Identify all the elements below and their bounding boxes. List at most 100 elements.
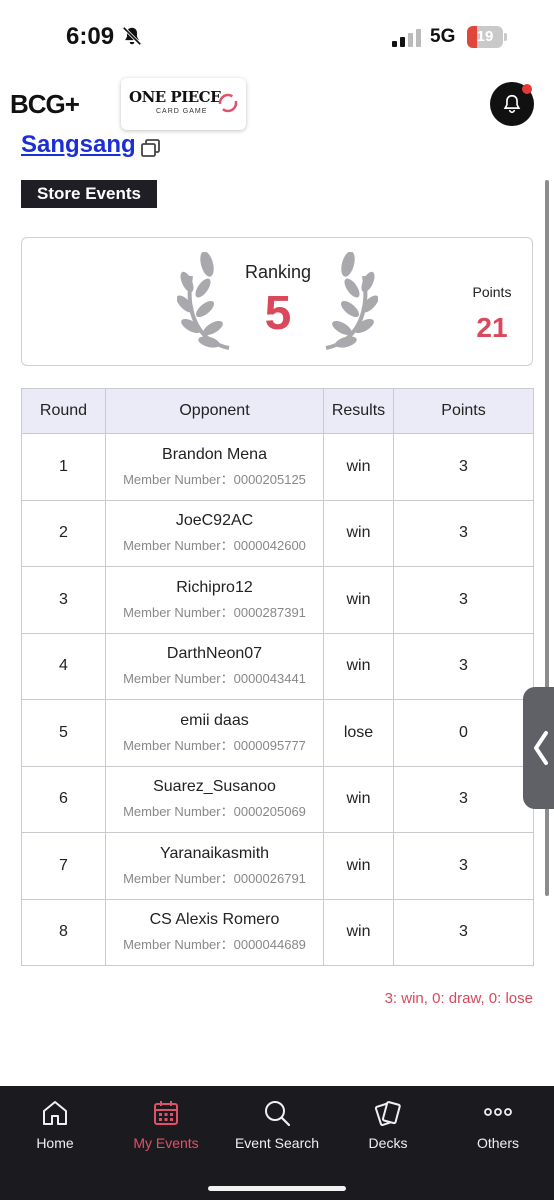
result-cell: win <box>323 898 394 966</box>
opponent-name: Suarez_Susanoo <box>153 778 276 796</box>
opponent-cell: Richipro12 Member Number：0000287391 <box>105 566 324 634</box>
nav-others-label: Others <box>476 1135 519 1151</box>
opponent-name: DarthNeon07 <box>166 645 263 663</box>
game-logo-subtitle: CARD GAME <box>156 108 208 115</box>
notification-badge <box>522 84 532 94</box>
table-header-row: Round Opponent Results Points <box>21 388 534 434</box>
table-row: 1 Brandon Mena Member Number：0000205125 w… <box>21 433 534 501</box>
home-icon <box>43 1101 67 1125</box>
points-cell: 3 <box>393 499 534 567</box>
member-number: Member Number：0000205069 <box>123 804 306 820</box>
points-cell: 3 <box>393 898 534 966</box>
nav-event-search-label: Event Search <box>234 1135 320 1151</box>
opponent-name: CS Alexis Romero <box>149 911 280 929</box>
points-cell: 3 <box>393 832 534 900</box>
opponent-cell: Brandon Mena Member Number：0000205125 <box>105 433 324 501</box>
ranking-value: 5 <box>264 287 292 340</box>
result-cell: win <box>323 433 394 501</box>
member-number: Member Number：0000205125 <box>123 471 306 487</box>
points-cell: 0 <box>393 699 534 767</box>
result-cell: win <box>323 566 394 634</box>
points-value: 21 <box>476 312 508 343</box>
result-cell: win <box>323 499 394 567</box>
opponent-name: Brandon Mena <box>162 445 267 463</box>
home-indicator[interactable] <box>208 1186 346 1191</box>
nav-my-events-label: My Events <box>133 1135 199 1151</box>
opponent-cell: CS Alexis Romero Member Number：0000044689 <box>105 898 324 966</box>
opponent-cell: JoeC92AC Member Number：0000042600 <box>105 499 324 567</box>
header-points: Points <box>393 388 534 434</box>
table-row: 8 CS Alexis Romero Member Number：00000446… <box>21 898 534 966</box>
side-panel-handle[interactable] <box>523 687 554 809</box>
round-cell: 8 <box>21 898 106 966</box>
section-title: Store Events <box>21 180 157 208</box>
member-number: Member Number：0000042600 <box>123 538 306 554</box>
ranking-label: Ranking <box>244 262 312 282</box>
result-cell: win <box>323 632 394 700</box>
app-header: BCG+ ONE PIECE CARD GAME <box>0 72 554 134</box>
round-cell: 6 <box>21 765 106 833</box>
table-row: 4 DarthNeon07 Member Number：0000043441 wi… <box>21 632 534 700</box>
member-number: Member Number：0000287391 <box>123 604 306 620</box>
bell-off-icon <box>122 26 142 46</box>
status-bar: 6:09 5G 19 <box>0 0 554 72</box>
copy-icon[interactable] <box>140 137 162 159</box>
search-icon <box>265 1101 291 1127</box>
result-cell: win <box>323 832 394 900</box>
round-cell: 4 <box>21 632 106 700</box>
opponent-name: Richipro12 <box>176 578 253 596</box>
refresh-ring-icon <box>218 93 238 113</box>
points-legend: 3: win, 0: draw, 0: lose <box>384 990 533 1007</box>
table-row: 6 Suarez_Susanoo Member Number：0000205069… <box>21 765 534 833</box>
round-cell: 1 <box>21 433 106 501</box>
points-cell: 3 <box>393 765 534 833</box>
chevron-left-icon <box>534 731 548 765</box>
network-type: 5G <box>430 26 456 47</box>
ranking-card: Ranking 5 Points 21 <box>21 237 533 366</box>
opponent-cell: DarthNeon07 Member Number：0000043441 <box>105 632 324 700</box>
cards-icon <box>374 1101 401 1126</box>
bottom-nav: Home My Events Event Search Decks Others <box>0 1086 554 1200</box>
one-piece-logo[interactable]: ONE PIECE CARD GAME <box>121 78 246 130</box>
results-table: Round Opponent Results Points 1 Brandon … <box>21 388 534 966</box>
round-cell: 5 <box>21 699 106 767</box>
nav-event-search[interactable]: Event Search <box>222 1086 332 1166</box>
table-row: 7 Yaranaikasmith Member Number：0000026791… <box>21 832 534 900</box>
table-row: 3 Richipro12 Member Number：0000287391 win… <box>21 566 534 634</box>
opponent-name: JoeC92AC <box>175 512 254 530</box>
member-number: Member Number：0000095777 <box>123 737 306 753</box>
bcg-plus-logo[interactable]: BCG+ <box>10 88 80 119</box>
opponent-cell: Suarez_Susanoo Member Number：0000205069 <box>105 765 324 833</box>
table-row: 2 JoeC92AC Member Number：0000042600 win 3 <box>21 499 534 567</box>
points-cell: 3 <box>393 632 534 700</box>
points-cell: 3 <box>393 433 534 501</box>
round-cell: 3 <box>21 566 106 634</box>
opponent-cell: Yaranaikasmith Member Number：0000026791 <box>105 832 324 900</box>
game-logo-title: ONE PIECE <box>129 88 222 106</box>
member-number: Member Number：0000026791 <box>123 870 306 886</box>
header-round: Round <box>21 388 106 434</box>
opponent-cell: emii daas Member Number：0000095777 <box>105 699 324 767</box>
bell-icon <box>503 94 521 114</box>
battery-level: 19 <box>476 28 494 45</box>
nav-home[interactable]: Home <box>0 1086 110 1166</box>
opponent-name: Yaranaikasmith <box>159 844 270 862</box>
member-number: Member Number：0000044689 <box>123 937 306 953</box>
points-label: Points <box>472 284 512 300</box>
points-cell: 3 <box>393 566 534 634</box>
signal-icon <box>392 29 421 47</box>
result-cell: win <box>323 765 394 833</box>
calendar-icon <box>154 1101 178 1125</box>
header-results: Results <box>323 388 394 434</box>
nav-my-events[interactable]: My Events <box>111 1086 221 1166</box>
battery-icon: 19 <box>467 26 507 48</box>
status-time: 6:09 <box>66 23 115 50</box>
player-name-link[interactable]: Sangsang <box>21 131 136 159</box>
member-number: Member Number：0000043441 <box>123 671 306 687</box>
opponent-name: emii daas <box>180 711 249 729</box>
brand-logo-text: BCG+ <box>10 88 80 119</box>
table-row: 5 emii daas Member Number：0000095777 lose… <box>21 699 534 767</box>
nav-home-label: Home <box>36 1135 74 1151</box>
nav-others[interactable]: Others <box>443 1086 553 1166</box>
nav-decks[interactable]: Decks <box>333 1086 443 1166</box>
